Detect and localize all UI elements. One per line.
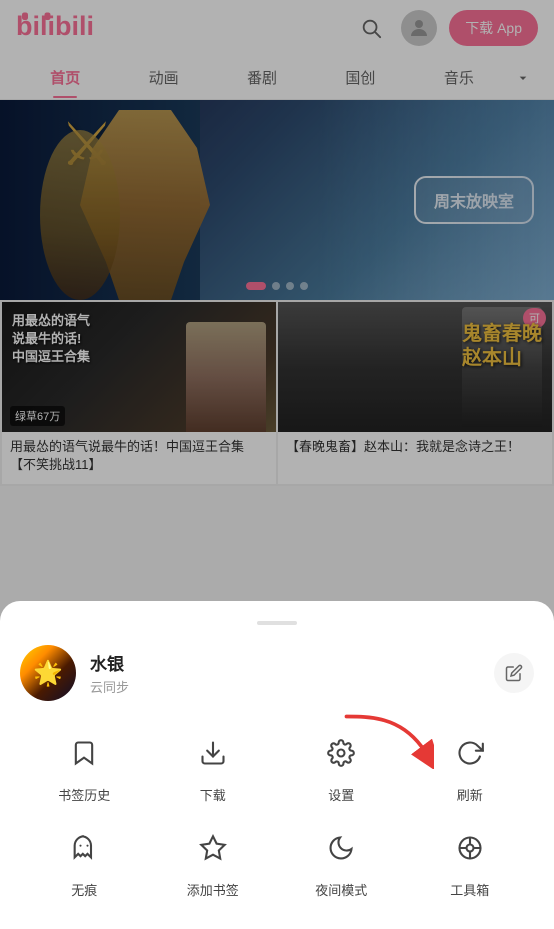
menu-item-add-bookmark[interactable]: 添加书签 bbox=[149, 824, 278, 899]
user-avatar: 🌟 bbox=[20, 645, 76, 701]
sheet-handle bbox=[257, 621, 297, 625]
download-icon bbox=[189, 729, 237, 777]
add-bookmark-label: 添加书签 bbox=[187, 880, 239, 899]
menu-item-download[interactable]: 下载 bbox=[149, 729, 278, 804]
bottom-sheet: 🌟 水银 云同步 书签历史 bbox=[0, 601, 554, 929]
menu-item-settings[interactable]: 设置 bbox=[277, 729, 406, 804]
menu-item-bookmark[interactable]: 书签历史 bbox=[20, 729, 149, 804]
settings-icon bbox=[317, 729, 365, 777]
user-name: 水银 bbox=[90, 650, 494, 675]
download-label: 下载 bbox=[200, 785, 226, 804]
bookmark-label: 书签历史 bbox=[58, 785, 110, 804]
refresh-label: 刷新 bbox=[457, 785, 483, 804]
star-icon bbox=[189, 824, 237, 872]
menu-item-refresh[interactable]: 刷新 bbox=[406, 729, 535, 804]
toolbox-icon bbox=[446, 824, 494, 872]
ghost-icon bbox=[60, 824, 108, 872]
refresh-icon bbox=[446, 729, 494, 777]
night-label: 夜间模式 bbox=[315, 880, 367, 899]
night-icon bbox=[317, 824, 365, 872]
edit-profile-button[interactable] bbox=[494, 653, 534, 693]
user-info: 水银 云同步 bbox=[90, 650, 494, 696]
menu-item-night[interactable]: 夜间模式 bbox=[277, 824, 406, 899]
toolbox-label: 工具箱 bbox=[450, 880, 489, 899]
bookmark-icon bbox=[60, 729, 108, 777]
user-row: 🌟 水银 云同步 bbox=[20, 645, 534, 701]
settings-label: 设置 bbox=[328, 785, 354, 804]
menu-item-ghost[interactable]: 无痕 bbox=[20, 824, 149, 899]
user-sub: 云同步 bbox=[90, 677, 494, 696]
ghost-label: 无痕 bbox=[71, 880, 97, 899]
menu-grid: 书签历史 下载 设置 bbox=[20, 729, 534, 899]
menu-item-toolbox[interactable]: 工具箱 bbox=[406, 824, 535, 899]
